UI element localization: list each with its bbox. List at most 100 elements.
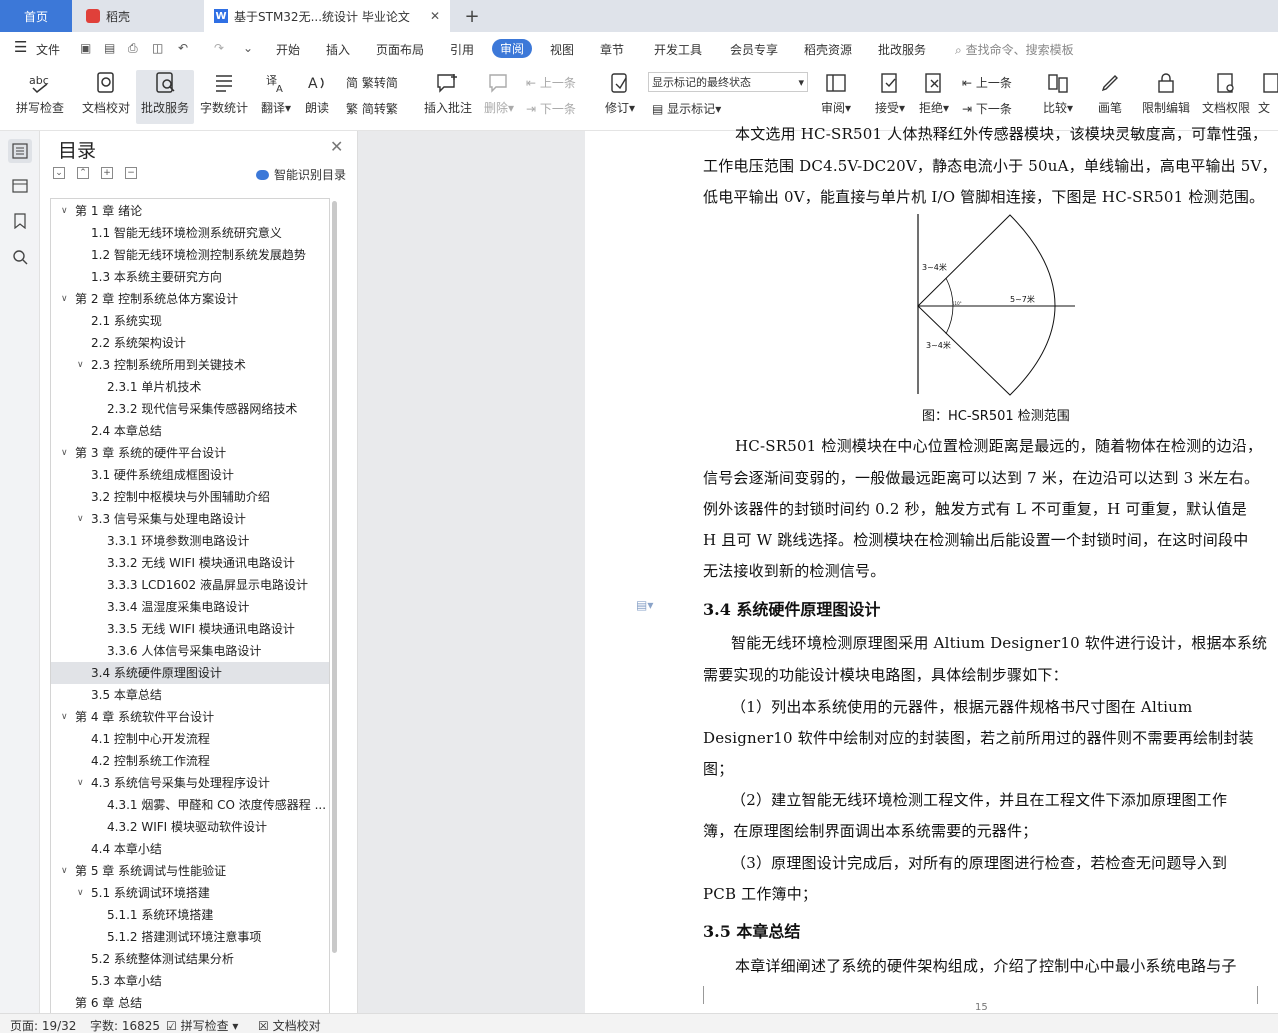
toc-item[interactable]: ∨ 5.1 系统调试环境搭建 [51,882,329,904]
plus-icon[interactable]: + [101,167,113,179]
toc-item[interactable]: 4.3.1 烟雾、甲醛和 CO 浓度传感器程 ... [51,794,329,816]
toc-item[interactable]: 3.2 控制中枢模块与外围辅助介绍 [51,486,329,508]
toc-item[interactable]: ∨ 3.3 信号采集与处理电路设计 [51,508,329,530]
chevron-down-icon[interactable]: ∨ [61,860,68,882]
word-count-button[interactable]: 字数统计 [198,70,250,124]
toc-icon[interactable] [8,139,32,163]
chevron-down-icon[interactable]: ∨ [77,772,84,794]
close-icon[interactable]: ✕ [330,137,343,156]
toc-item[interactable]: 3.3.2 无线 WIFI 模块通讯电路设计 [51,552,329,574]
toc-item[interactable]: 3.3.4 温湿度采集电路设计 [51,596,329,618]
toc-item[interactable]: ∨ 2.3 控制系统所用到关键技术 [51,354,329,376]
toc-item[interactable]: 4.2 控制系统工作流程 [51,750,329,772]
correction-service-button[interactable]: 批改服务 [136,70,194,124]
toc-item[interactable]: 2.3.2 现代信号采集传感器网络技术 [51,398,329,420]
export-pdf-icon[interactable]: ▤ [104,41,115,55]
menu-review[interactable]: 审阅 [492,39,533,58]
expand-up-icon[interactable]: ⌃ [77,167,89,179]
menu-dev-tools[interactable]: 开发工具 [654,41,702,58]
reject-button[interactable]: 拒绝▾ [916,70,952,124]
toc-item[interactable]: 3.5 本章总结 [51,684,329,706]
translate-button[interactable]: 译A 翻译▾ [256,70,296,124]
chevron-down-icon[interactable]: ∨ [61,706,68,728]
review-pane-button[interactable]: 审阅▾ [816,70,856,124]
menu-member[interactable]: 会员专享 [730,41,778,58]
toc-item[interactable]: ∨ 4.3 系统信号采集与处理程序设计 [51,772,329,794]
chevron-down-icon[interactable]: ∨ [77,354,84,376]
save-icon[interactable]: ▣ [80,41,91,55]
restrict-edit-button[interactable]: 限制编辑 [1140,70,1192,124]
doc-proofread-button[interactable]: 文档校对 [78,70,134,124]
menu-page-layout[interactable]: 页面布局 [376,41,424,58]
smart-toc-button[interactable]: 智能识别目录 [256,166,346,183]
toc-item[interactable]: 1.1 智能无线环境检测系统研究意义 [51,222,329,244]
collapse-all-icon[interactable]: ⌄ [53,167,65,179]
read-aloud-button[interactable]: A 朗读 [300,70,334,124]
menu-view[interactable]: 视图 [550,41,574,58]
chevron-down-icon[interactable]: ∨ [61,442,68,464]
toc-item[interactable]: 3.3.5 无线 WIFI 模块通讯电路设计 [51,618,329,640]
toc-item[interactable]: 3.3.1 环境参数测电路设计 [51,530,329,552]
chevron-down-icon[interactable]: ∨ [61,288,68,310]
minus-icon[interactable]: − [125,167,137,179]
simp-to-trad-button[interactable]: 繁 简转繁 [346,100,398,117]
menu-file[interactable]: 文件 [36,41,60,58]
menu-daoke-resources[interactable]: 稻壳资源 [804,41,852,58]
print-preview-icon[interactable]: ◫ [152,41,163,55]
toc-item[interactable]: 5.2 系统整体测试结果分析 [51,948,329,970]
toc-item[interactable]: 2.2 系统架构设计 [51,332,329,354]
toc-item[interactable]: 1.2 智能无线环境检测控制系统发展趋势 [51,244,329,266]
toc-item[interactable]: 3.1 硬件系统组成框图设计 [51,464,329,486]
doc-more-button[interactable]: 文 [1258,70,1278,124]
page-indicator[interactable]: 页面: 19/32 [10,1017,76,1034]
toc-item[interactable]: 5.1.1 系统环境搭建 [51,904,329,926]
toc-item[interactable]: ∨ 第 5 章 系统调试与性能验证 [51,860,329,882]
redo-icon[interactable]: ↷ [214,41,224,55]
menu-correction[interactable]: 批改服务 [878,41,926,58]
doc-rights-button[interactable]: 文档权限 [1198,70,1254,124]
status-spell-check[interactable]: ☑ 拼写检查 ▾ [166,1017,238,1034]
toc-item[interactable]: 3.3.3 LCD1602 液晶屏显示电路设计 [51,574,329,596]
toc-item[interactable]: 2.3.1 单片机技术 [51,376,329,398]
new-tab-button[interactable]: + [460,0,484,32]
chevron-down-icon[interactable]: ∨ [77,508,84,530]
toc-item[interactable]: 3.3.6 人体信号采集电路设计 [51,640,329,662]
show-markup-button[interactable]: ▤ 显示标记 ▾ [652,100,721,117]
prev-change-button[interactable]: ⇤ 上一条 [962,74,1012,91]
hamburger-icon[interactable]: ☰ [14,38,27,56]
toc-item[interactable]: ∨ 第 4 章 系统软件平台设计 [51,706,329,728]
toc-item[interactable]: 5.1.2 搭建测试环境注意事项 [51,926,329,948]
close-tab-icon[interactable]: ✕ [430,9,440,23]
toc-scrollbar[interactable] [332,201,337,953]
word-count-indicator[interactable]: 字数: 16825 [90,1017,160,1034]
print-icon[interactable]: ⎙ [128,41,138,56]
toc-item[interactable]: 4.1 控制中心开发流程 [51,728,329,750]
prev-comment-button[interactable]: ⇤ 上一条 [526,74,576,91]
more-chevron-icon[interactable]: ⌄ [243,41,253,55]
delete-comment-button[interactable]: 删除▾ [480,70,518,124]
bookmark-icon[interactable] [8,209,32,233]
spell-check-button[interactable]: abc 拼写检查 [10,70,70,124]
track-changes-button[interactable]: 修订▾ [600,70,640,124]
menu-reference[interactable]: 引用 [450,41,474,58]
status-proofread[interactable]: ☒ 文档校对 [258,1017,321,1034]
next-comment-button[interactable]: ⇥ 下一条 [526,100,576,117]
menu-chapter[interactable]: 章节 [600,41,624,58]
toc-item[interactable]: ∨ 第 3 章 系统的硬件平台设计 [51,442,329,464]
toc-item[interactable]: ∨ 第 2 章 控制系统总体方案设计 [51,288,329,310]
next-change-button[interactable]: ⇥ 下一条 [962,100,1012,117]
toc-item[interactable]: 5.3 本章小结 [51,970,329,992]
trad-to-simp-button[interactable]: 简 繁转简 [346,74,398,91]
command-search[interactable]: ⌕ 查找命令、搜索模板 [955,41,1074,58]
pen-button[interactable]: 画笔 [1092,70,1128,124]
accept-button[interactable]: 接受▾ [872,70,908,124]
tab-home[interactable]: 首页 [0,0,72,32]
chevron-down-icon[interactable]: ∨ [61,200,68,222]
paragraph-handle-icon[interactable]: ▤▾ [636,598,653,612]
chapter-nav-icon[interactable] [8,173,32,197]
toc-item[interactable]: 第 6 章 总结 [51,992,329,1013]
tab-document[interactable]: W 基于STM32无...统设计 毕业论文 ✕ [204,0,450,32]
toc-item[interactable]: 4.4 本章小结 [51,838,329,860]
toc-item[interactable]: 2.4 本章总结 [51,420,329,442]
toc-item[interactable]: 4.3.2 WIFI 模块驱动软件设计 [51,816,329,838]
